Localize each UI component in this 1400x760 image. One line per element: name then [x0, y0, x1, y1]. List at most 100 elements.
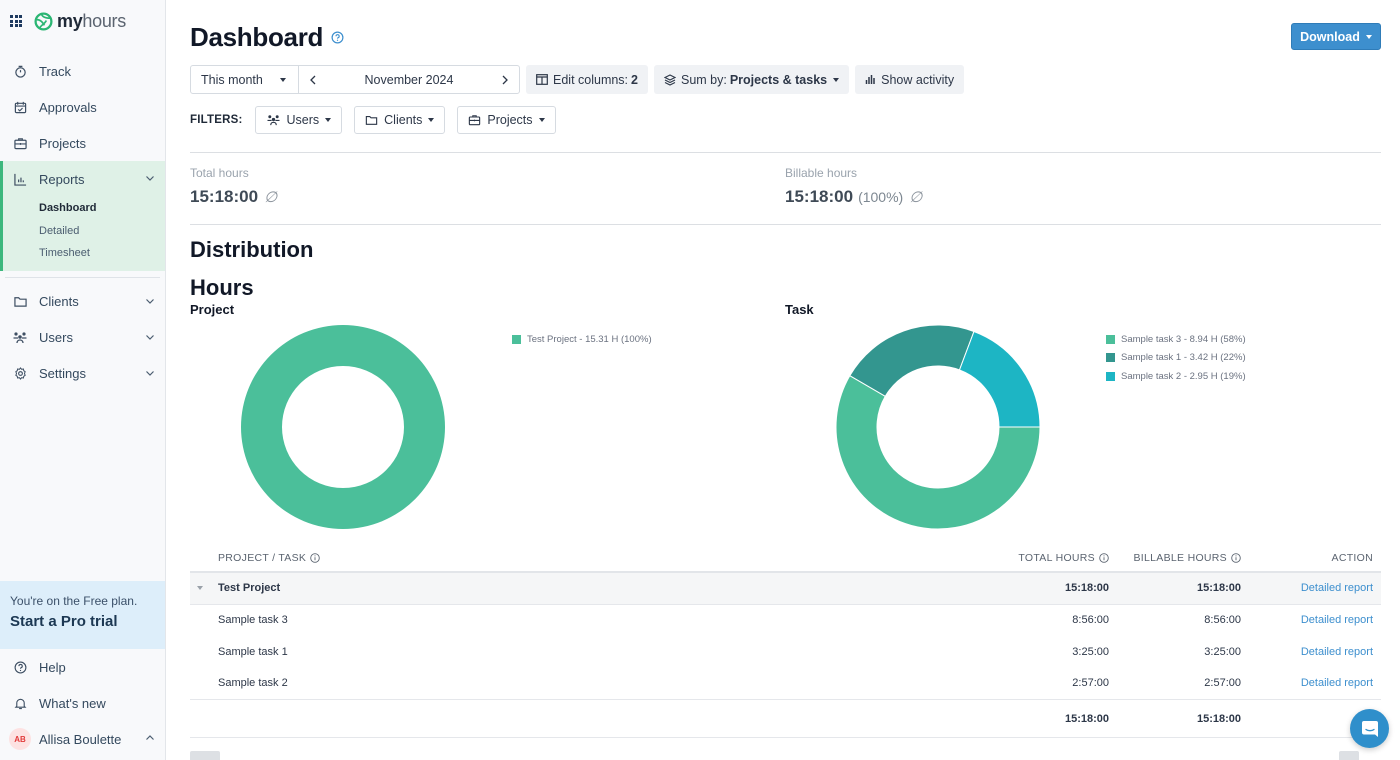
detailed-report-link[interactable]: Detailed report [1241, 614, 1373, 626]
chat-launcher-button[interactable] [1350, 709, 1389, 748]
total-hours-value: 15:18:00 [190, 187, 259, 206]
download-button[interactable]: Download [1291, 23, 1381, 50]
globe-logo-icon [34, 11, 53, 31]
donut-slice-sample-task-2[interactable] [958, 330, 1041, 428]
sidebar-subitem-detailed[interactable]: Detailed [3, 220, 165, 243]
chevron-down-icon[interactable] [145, 332, 155, 342]
col-billable-hours[interactable]: BILLABLE HOURS [1109, 552, 1241, 564]
header-label: ACTION [1331, 551, 1373, 564]
info-icon[interactable] [1099, 552, 1109, 563]
logo-text[interactable]: myhours [57, 11, 126, 32]
task-name: Sample task 2 [218, 677, 288, 690]
sidebar-item-label: Track [39, 63, 72, 79]
donut-slice-test-project[interactable] [241, 325, 445, 529]
page-size-select[interactable] [190, 751, 220, 760]
sidebar-item-track[interactable]: Track [0, 53, 165, 89]
activity-bars-icon [865, 75, 875, 84]
help-circle-icon [13, 660, 27, 674]
help-icon[interactable] [331, 31, 344, 44]
apps-grid-icon[interactable] [10, 15, 22, 27]
chat-icon [1361, 720, 1378, 737]
chevron-left-icon[interactable] [309, 75, 317, 85]
layers-icon [663, 73, 676, 86]
caret-down-icon [833, 77, 840, 82]
legend-item[interactable]: Sample task 1 - 3.42 H (22%) [1106, 349, 1246, 368]
bell-icon [13, 696, 27, 710]
empty-set-icon: ∅ [264, 189, 278, 206]
divider [190, 224, 1381, 225]
donut-slice-sample-task-1[interactable] [849, 324, 975, 397]
legend-item[interactable]: Test Project - 15.31 H (100%) [512, 330, 652, 349]
period-picker: This month November 2024 [190, 65, 520, 94]
task-total-hours: 8:56:00 [1072, 614, 1109, 627]
users-icon [13, 331, 27, 345]
project-row[interactable]: Test Project 15:18:00 15:18:00 Detailed … [190, 573, 1381, 605]
project-donut-chart [241, 325, 445, 529]
sidebar-item-clients[interactable]: Clients [0, 284, 165, 320]
show-activity-button[interactable]: Show activity [855, 65, 965, 94]
col-project-task[interactable]: PROJECT / TASK [190, 552, 980, 564]
sidebar-item-label: Approvals [39, 99, 97, 115]
detailed-report-link[interactable]: Detailed report [1241, 677, 1373, 689]
collapse-caret-icon[interactable] [197, 586, 203, 591]
sidebar-item-label: Projects [39, 135, 86, 151]
chevron-right-icon[interactable] [501, 75, 509, 85]
sum-by-button[interactable]: Sum by: Projects & tasks [653, 65, 850, 94]
nav-divider [5, 276, 160, 278]
detailed-report-link[interactable]: Detailed report [1241, 582, 1373, 594]
user-menu[interactable]: AB Allisa Boulette [0, 721, 165, 757]
briefcase-icon [13, 136, 27, 150]
upgrade-promo[interactable]: You're on the Free plan. Start a Pro tri… [0, 581, 165, 649]
col-total-hours[interactable]: TOTAL HOURS [980, 552, 1109, 564]
edit-columns-count: 2 [631, 72, 638, 87]
plan-status-text: You're on the Free plan. [10, 594, 138, 608]
title-row: Dashboard [190, 22, 344, 53]
task-billable-hours: 3:25:00 [1204, 645, 1241, 658]
task-chart-title: Task [785, 302, 814, 317]
sidebar-item-reports[interactable]: Reports [3, 161, 165, 197]
chevron-up-icon[interactable] [145, 733, 155, 743]
app: myhours Track Approvals Projects Reports [0, 0, 1400, 760]
total-hours-stat: Total hours 15:18:00 ∅ [190, 166, 277, 207]
chevron-down-icon[interactable] [145, 296, 155, 306]
gear-icon [13, 367, 27, 381]
projects-filter-label: Projects [487, 113, 533, 127]
table-row: Sample task 1 3:25:00 3:25:00 Detailed r… [190, 636, 1381, 668]
info-icon[interactable] [310, 552, 320, 563]
pagination [190, 750, 1381, 760]
period-select[interactable]: This month [191, 66, 299, 93]
grand-billable-hours: 15:18:00 [1196, 712, 1241, 725]
sidebar-item-approvals[interactable]: Approvals [0, 89, 165, 125]
legend-item[interactable]: Sample task 3 - 8.94 H (58%) [1106, 330, 1246, 349]
page-nav-button[interactable] [1339, 751, 1359, 760]
users-filter[interactable]: Users [254, 106, 343, 134]
projects-filter[interactable]: Projects [457, 106, 556, 134]
start-pro-trial-link[interactable]: Start a Pro trial [10, 613, 155, 630]
sidebar-item-help[interactable]: Help [0, 649, 165, 685]
sidebar-subitem-dashboard[interactable]: Dashboard [3, 197, 165, 220]
chevron-down-icon[interactable] [145, 173, 155, 183]
show-activity-label: Show activity [881, 72, 955, 87]
edit-columns-button[interactable]: Edit columns: 2 [526, 65, 648, 94]
project-billable-hours: 15:18:00 [1196, 582, 1241, 595]
sidebar-item-settings[interactable]: Settings [0, 356, 165, 392]
sidebar-item-projects[interactable]: Projects [0, 125, 165, 161]
briefcase-icon [469, 115, 481, 126]
calendar-check-icon [13, 100, 27, 114]
clients-filter[interactable]: Clients [354, 106, 446, 134]
sum-by-label: Sum by: [680, 72, 727, 87]
sidebar-item-users[interactable]: Users [0, 320, 165, 356]
task-name: Sample task 3 [218, 614, 288, 627]
chevron-down-icon[interactable] [145, 368, 155, 378]
project-chart-legend: Test Project - 15.31 H (100%) [512, 330, 652, 349]
billable-percent: (100%) [858, 189, 904, 205]
legend-item[interactable]: Sample task 2 - 2.95 H (19%) [1106, 367, 1246, 386]
detailed-report-link[interactable]: Detailed report [1241, 646, 1373, 658]
avatar: AB [9, 728, 31, 750]
sidebar-item-whats-new[interactable]: What's new [0, 685, 165, 721]
hours-heading: Hours [190, 275, 254, 300]
info-icon[interactable] [1231, 552, 1241, 563]
sidebar-subitem-timesheet[interactable]: Timesheet [3, 242, 165, 265]
col-action: ACTION [1241, 552, 1373, 564]
sidebar-item-label: Users [39, 330, 73, 345]
